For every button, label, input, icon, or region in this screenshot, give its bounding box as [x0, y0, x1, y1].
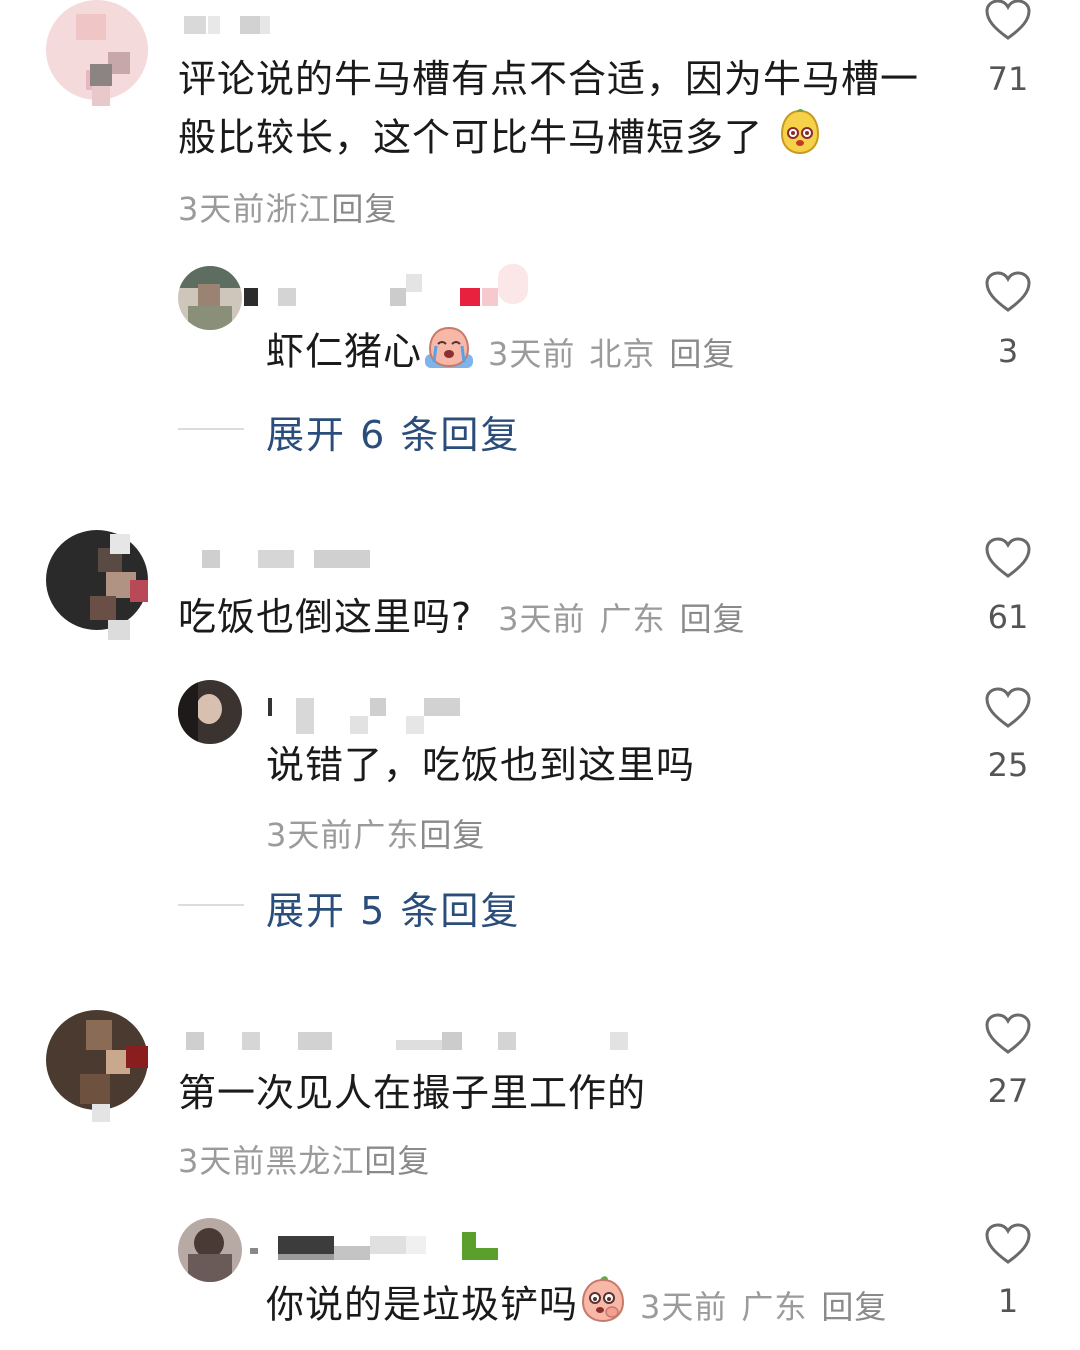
reply-time: 3天前 — [640, 1287, 728, 1326]
comment-text: 评论说的牛马槽有点不合适，因为牛马槽一 般比较长，这个可比牛马槽短多了 — [178, 50, 958, 172]
reply-location: 广东 — [741, 1287, 808, 1326]
heart-outline-icon[interactable] — [984, 270, 1032, 314]
avatar-pixel — [110, 534, 130, 554]
comment-location: 浙江 — [265, 190, 332, 228]
comment-text-span: 般比较长，这个可比牛马槽短多了 — [178, 115, 764, 160]
expand-replies-link[interactable]: 展开 6 条回复 — [266, 404, 520, 459]
heart-outline-icon[interactable] — [984, 536, 1032, 580]
avatar[interactable] — [178, 680, 242, 744]
reply-button[interactable]: 回复 — [669, 335, 735, 373]
reply-text: 说错了，吃饭也到这里吗 — [266, 743, 696, 787]
avatar-pixel — [92, 1104, 110, 1122]
heart-outline-icon[interactable] — [984, 1012, 1032, 1056]
username-blurred[interactable] — [202, 550, 372, 570]
avatar-pixel — [130, 580, 148, 602]
reply-text-content: 你说的是垃圾铲吗 — [266, 1282, 579, 1327]
yellow-blob-emoji-icon — [776, 108, 824, 172]
like-count: 27 — [987, 1072, 1029, 1110]
avatar[interactable] — [178, 1218, 242, 1282]
heart-outline-icon[interactable] — [984, 0, 1032, 42]
reply-button[interactable]: 回复 — [364, 1142, 430, 1180]
username-blurred[interactable] — [184, 16, 294, 36]
like-count: 61 — [987, 598, 1029, 636]
heart-outline-icon[interactable] — [984, 1222, 1032, 1266]
reply-location: 广东 — [353, 816, 420, 854]
comment-text-line1: 评论说的牛马槽有点不合适，因为牛马槽一 — [178, 57, 920, 101]
like-count: 1 — [997, 1282, 1019, 1320]
reply-location: 北京 — [589, 334, 656, 373]
comment-text: 吃饭也倒这里吗? 3天前 广东 回复 — [178, 588, 746, 648]
username-blurred[interactable] — [266, 698, 466, 734]
heart-outline-icon[interactable] — [984, 686, 1032, 730]
comment-text-content: 吃饭也倒这里吗? — [178, 595, 473, 639]
avatar-pixel — [126, 1046, 148, 1068]
expand-replies-link[interactable]: 展开 5 条回复 — [266, 880, 520, 935]
username-blurred[interactable] — [244, 1232, 504, 1260]
username-blurred[interactable] — [244, 264, 534, 308]
comment-location: 广东 — [599, 600, 666, 638]
like-count: 3 — [997, 332, 1019, 370]
reply-time: 3天前 — [266, 816, 354, 854]
like-count: 71 — [987, 60, 1029, 98]
comment-meta: 3天前浙江回复 — [178, 184, 397, 230]
comment-time: 3天前 — [498, 600, 586, 638]
like-count: 25 — [987, 746, 1029, 784]
avatar[interactable] — [178, 266, 242, 330]
reply-button[interactable]: 回复 — [419, 816, 485, 854]
comment-time: 3天前 — [178, 1142, 266, 1180]
reply-meta: 3天前广东回复 — [266, 810, 485, 856]
avatar-pixel — [92, 86, 110, 106]
reply-button[interactable]: 回复 — [821, 1288, 887, 1326]
reply-button[interactable]: 回复 — [331, 190, 397, 228]
comment-meta: 3天前黑龙江回复 — [178, 1136, 430, 1182]
avatar-pixel — [108, 620, 130, 640]
reply-button[interactable]: 回复 — [680, 600, 746, 638]
comment-text-line2: 般比较长，这个可比牛马槽短多了 — [178, 108, 958, 172]
reply-text: 虾仁猪心 3天前 北京 回复 — [266, 322, 735, 386]
username-blurred[interactable] — [186, 1032, 636, 1052]
avatar-pixel — [90, 64, 112, 86]
expand-divider — [178, 904, 244, 906]
reply-text: 你说的是垃圾铲吗 3天前 广东 回复 — [266, 1274, 887, 1340]
reply-time: 3天前 — [488, 334, 576, 373]
reply-text-content: 虾仁猪心 — [266, 329, 423, 374]
peach-thinking-emoji-icon — [578, 1274, 628, 1340]
expand-divider — [178, 428, 244, 430]
crying-peach-emoji-icon — [422, 322, 476, 386]
comment-location: 黑龙江 — [265, 1142, 365, 1180]
comment-text: 第一次见人在撮子里工作的 — [178, 1071, 647, 1115]
comment-time: 3天前 — [178, 190, 266, 228]
